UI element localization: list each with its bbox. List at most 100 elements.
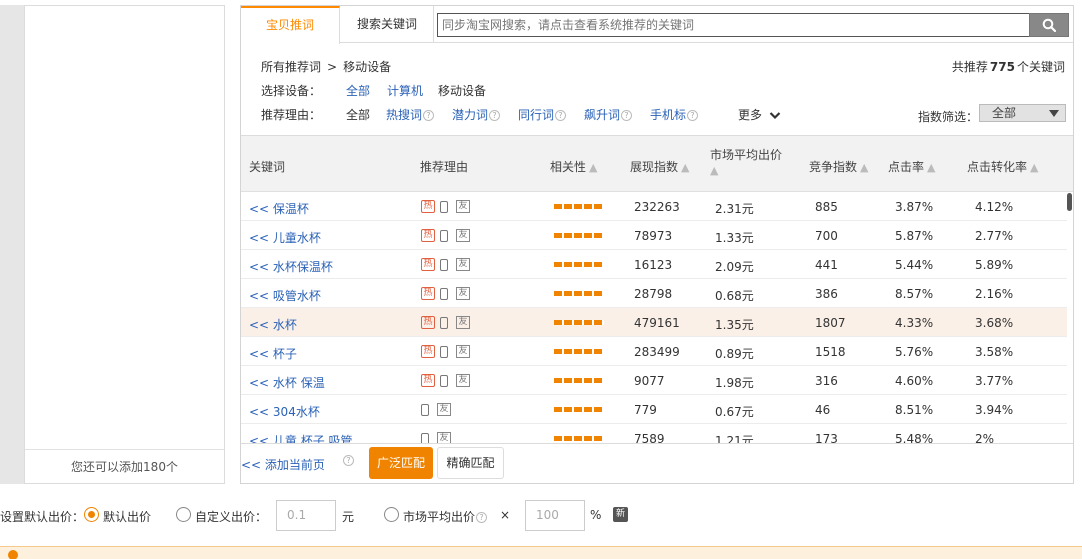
avg-bid-value: 0.67元 (715, 405, 754, 419)
ctr-value: 4.60% (895, 374, 934, 388)
keyword-search-input[interactable] (437, 13, 1030, 37)
device-option-computer[interactable]: 计算机 (387, 82, 423, 99)
relevance-bar (554, 349, 604, 354)
market-bid-option-label[interactable]: 市场平均出价? (403, 508, 488, 525)
ctr-value: 8.57% (895, 287, 934, 301)
index-filter-select[interactable]: 全部 (979, 104, 1066, 122)
mobile-icon (421, 432, 429, 443)
reason-option-potential[interactable]: 潜力词? (452, 106, 501, 123)
cvr-value: 3.68% (975, 316, 1014, 330)
add-keyword-link[interactable]: << 水杯 (249, 316, 297, 333)
table-row: << 吸管水杯 热友 28798 0.68元 386 8.57% 2.16% (241, 279, 1067, 308)
avg-bid-value: 1.35元 (715, 318, 754, 332)
radio-custom-bid[interactable] (176, 507, 191, 522)
friend-word-icon: 友 (456, 287, 470, 300)
currency-unit: 元 (342, 510, 355, 524)
hot-word-icon: 热 (421, 229, 435, 242)
reason-option-mobile[interactable]: 手机标? (650, 106, 699, 123)
col-avg-bid[interactable]: 市场平均出价 ▲ (710, 146, 782, 177)
tab-search-keyword[interactable]: 搜索关键词 (341, 6, 434, 43)
relevance-bar (554, 262, 604, 267)
col-keyword: 关键词 (249, 160, 286, 174)
hot-word-icon: 热 (421, 200, 435, 213)
reason-option-hot[interactable]: 热搜词? (386, 106, 435, 123)
competition-value: 1518 (815, 345, 846, 359)
impressions-value: 7589 (634, 432, 665, 443)
new-badge: 新 (613, 507, 628, 522)
hot-word-icon: 热 (421, 345, 435, 358)
table-row: << 杯子 热友 283499 0.89元 1518 5.76% 3.58% (241, 337, 1067, 366)
relevance-bar (554, 204, 604, 209)
cvr-value: 5.89% (975, 258, 1014, 272)
col-competition[interactable]: 竞争指数 ▲ (809, 158, 868, 175)
table-body: << 保温杯 热友 232263 2.31元 885 3.87% 4.12% <… (241, 192, 1073, 443)
reason-icons: 热友 (421, 286, 470, 300)
impressions-value: 779 (634, 403, 657, 417)
default-bid-option-label[interactable]: 默认出价 (103, 508, 151, 525)
table-scrollbar[interactable] (1067, 193, 1072, 211)
sort-arrow-icon: ▲ (589, 161, 598, 174)
reason-icons: 友 (421, 402, 451, 416)
relevance-bar (554, 320, 604, 325)
avg-bid-value: 0.89元 (715, 347, 754, 361)
add-keyword-link[interactable]: << 304水杯 (249, 403, 320, 420)
help-icon[interactable]: ? (687, 110, 699, 121)
radio-default-bid[interactable] (84, 507, 99, 522)
reason-option-peer[interactable]: 同行词? (518, 106, 567, 123)
caret-down-icon (1049, 110, 1059, 117)
radio-market-bid[interactable] (384, 507, 399, 522)
device-label: 选择设备： (261, 84, 322, 98)
relevance-bar (554, 233, 604, 238)
custom-bid-option-label[interactable]: 自定义出价： (195, 508, 267, 525)
help-icon[interactable]: ? (476, 512, 488, 523)
tab-item-recommend[interactable]: 宝贝推词 (241, 6, 340, 44)
help-icon[interactable]: ? (489, 110, 501, 121)
col-ctr[interactable]: 点击率 ▲ (888, 158, 935, 175)
help-icon[interactable]: ? (621, 110, 633, 121)
exact-match-button[interactable]: 精确匹配 (437, 447, 504, 479)
help-icon[interactable]: ? (343, 455, 354, 466)
mobile-icon (440, 345, 448, 358)
help-icon[interactable]: ? (423, 110, 435, 121)
percent-input[interactable]: 100 (525, 500, 585, 531)
add-keyword-link[interactable]: << 杯子 (249, 345, 297, 362)
custom-bid-input[interactable]: 0.1 (276, 500, 336, 531)
competition-value: 173 (815, 432, 838, 443)
total-count: 共推荐 775 个关键词 (951, 60, 1065, 74)
search-button[interactable] (1029, 13, 1069, 37)
add-current-page-link[interactable]: << 添加当前页 (241, 456, 325, 473)
add-keyword-link[interactable]: << 水杯 保温 (249, 374, 325, 391)
impressions-value: 479161 (634, 316, 680, 330)
add-keyword-link[interactable]: << 保温杯 (249, 200, 309, 217)
remaining-count-text: 您还可以添加180个 (25, 449, 224, 483)
device-option-mobile[interactable]: 移动设备 (438, 82, 486, 99)
mobile-icon (440, 229, 448, 242)
ctr-value: 5.48% (895, 432, 934, 443)
col-relevance[interactable]: 相关性 ▲ (550, 158, 597, 175)
reason-option-all[interactable]: 全部 (346, 106, 370, 123)
ctr-value: 3.87% (895, 200, 934, 214)
col-cvr[interactable]: 点击转化率 ▲ (967, 158, 1038, 175)
index-filter-label: 指数筛选： (918, 110, 979, 124)
cvr-value: 2% (975, 432, 995, 443)
add-keyword-link[interactable]: << 吸管水杯 (249, 287, 321, 304)
more-reasons-toggle[interactable]: 更多 (738, 106, 781, 123)
add-keyword-link[interactable]: << 儿童 杯子 吸管 (249, 432, 353, 443)
sort-arrow-icon: ▲ (681, 161, 690, 174)
table-footer: << 添加当前页 ? 广泛匹配 精确匹配 (241, 443, 1073, 483)
breadcrumb-root[interactable]: 所有推荐词 (261, 60, 321, 74)
filter-area: 所有推荐词 > 移动设备 共推荐 775 个关键词 选择设备： 全部 计算机 移动设备 … (241, 44, 1073, 134)
relevance-bar (554, 436, 604, 441)
breadcrumb: 所有推荐词 > 移动设备 (261, 58, 391, 75)
help-icon[interactable]: ? (555, 110, 567, 121)
hot-word-icon: 热 (421, 287, 435, 300)
reason-icons: 热友 (421, 373, 470, 387)
device-option-all[interactable]: 全部 (346, 82, 370, 99)
table-row: << 儿童水杯 热友 78973 1.33元 700 5.87% 2.77% (241, 221, 1067, 250)
add-keyword-link[interactable]: << 儿童水杯 (249, 229, 321, 246)
hot-word-icon: 热 (421, 316, 435, 329)
broad-match-button[interactable]: 广泛匹配 (369, 447, 433, 479)
col-impressions[interactable]: 展现指数 ▲ (630, 158, 689, 175)
add-keyword-link[interactable]: << 水杯保温杯 (249, 258, 333, 275)
reason-option-rising[interactable]: 飙升词? (584, 106, 633, 123)
